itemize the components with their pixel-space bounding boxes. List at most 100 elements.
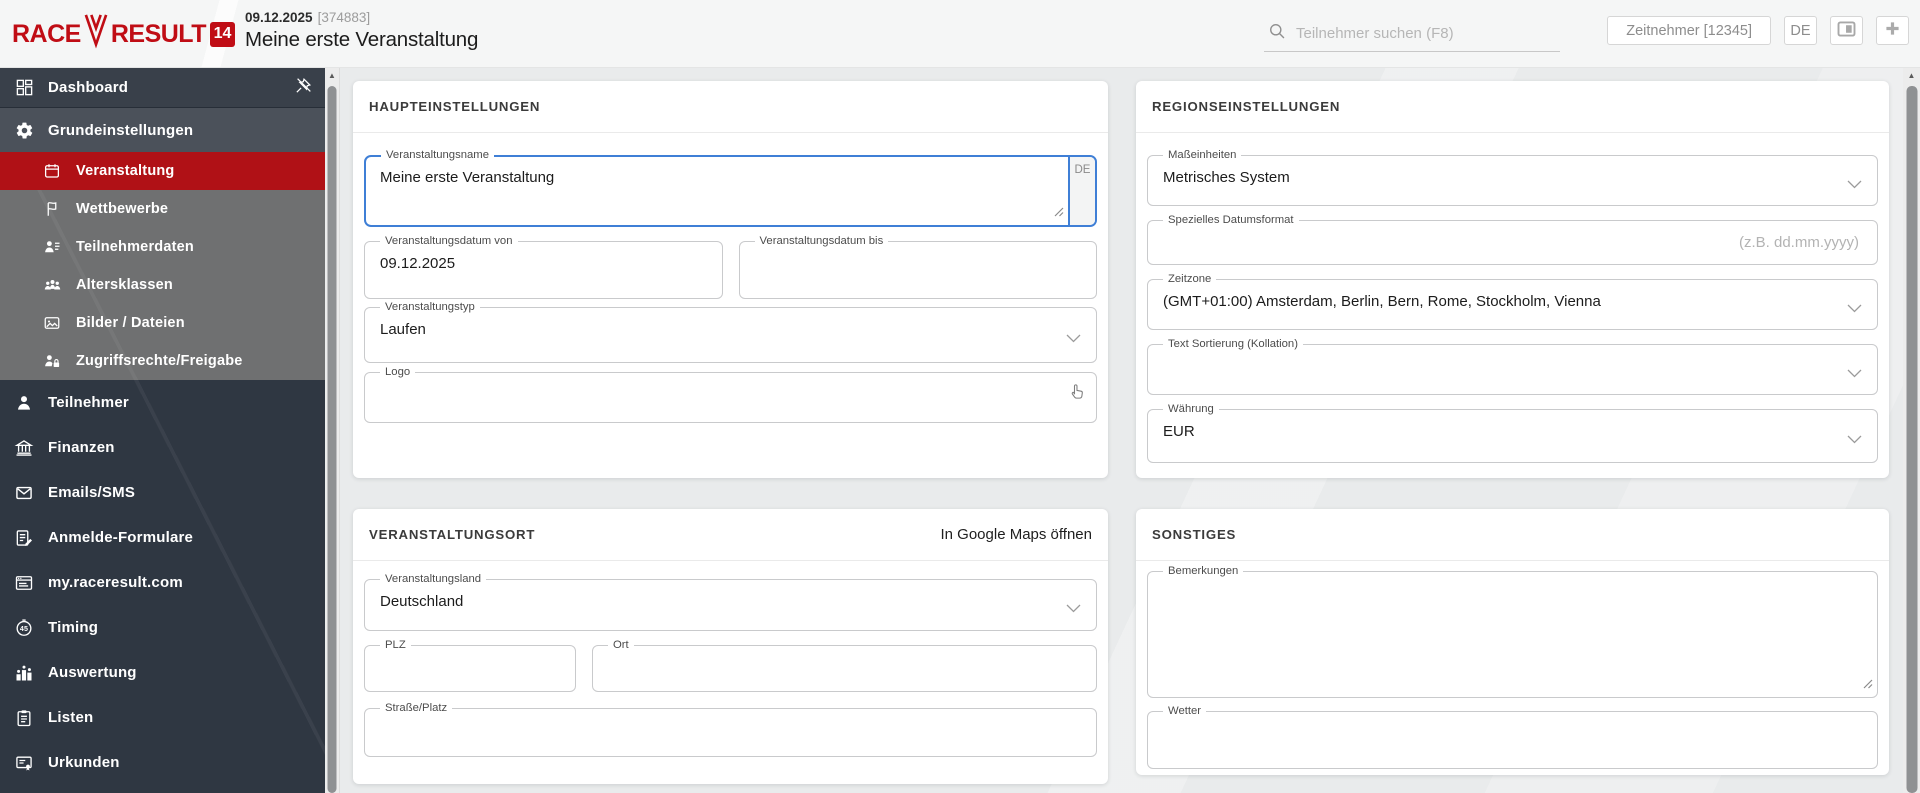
hand-pointer-icon[interactable] xyxy=(1068,382,1084,407)
chevron-down-icon xyxy=(1847,176,1862,194)
waehrung-select[interactable]: Währung EUR xyxy=(1147,402,1878,463)
sidebar-item-grundeinstellungen[interactable]: Grundeinstellungen xyxy=(0,108,325,152)
sidebar-item-zugriffsrechte[interactable]: Zugriffsrechte/Freigabe xyxy=(0,342,325,380)
field-value xyxy=(593,646,1096,659)
language-button[interactable]: DE xyxy=(1784,16,1817,45)
sidebar-item-listen[interactable]: Listen xyxy=(0,695,325,740)
card-regionseinstellungen: REGIONSEINSTELLUNGEN Maßeinheiten Metris… xyxy=(1136,81,1889,478)
sidebar-item-label: Auswertung xyxy=(48,664,137,681)
veranstaltungsdatum-bis-field[interactable]: Veranstaltungsdatum bis xyxy=(738,234,1097,299)
veranstaltungsname-field[interactable]: Veranstaltungsname Meine erste Veranstal… xyxy=(364,148,1097,227)
resize-handle-icon[interactable] xyxy=(1054,204,1064,222)
scrollbar-thumb[interactable] xyxy=(327,86,337,793)
calendar-icon xyxy=(41,160,63,182)
card-title: SONSTIGES xyxy=(1152,527,1237,542)
field-label: Straße/Platz xyxy=(380,701,453,716)
field-value: Meine erste Veranstaltung xyxy=(380,169,555,186)
header-actions: Zeitnehmer [12345] DE xyxy=(1607,16,1909,45)
timekeeper-button[interactable]: Zeitnehmer [12345] xyxy=(1607,16,1771,45)
sidebar-item-timing[interactable]: 45 Timing xyxy=(0,605,325,650)
field-label: Spezielles Datumsformat xyxy=(1163,213,1299,228)
sidebar-item-veranstaltung[interactable]: Veranstaltung xyxy=(0,152,325,190)
field-value: Metrisches System xyxy=(1163,169,1290,186)
person-lock-icon xyxy=(41,350,63,372)
sidebar-item-finanzen[interactable]: Finanzen xyxy=(0,425,325,470)
grundeinstellungen-submenu: Veranstaltung Wettbewerbe Teilnehmerdate… xyxy=(0,152,325,380)
sidebar-item-label: Urkunden xyxy=(48,754,120,771)
kollation-select[interactable]: Text Sortierung (Kollation) xyxy=(1147,337,1878,395)
field-value xyxy=(365,709,1096,722)
language-tag[interactable]: DE xyxy=(1068,157,1095,225)
field-value: (GMT+01:00) Amsterdam, Berlin, Bern, Rom… xyxy=(1163,293,1601,310)
sidebar-item-dashboard[interactable]: Dashboard xyxy=(0,68,325,108)
participant-search-input[interactable]: Teilnehmer suchen (F8) xyxy=(1264,20,1560,52)
sidebar-item-label: Bilder / Dateien xyxy=(76,315,185,331)
scroll-up-arrow[interactable]: ▲ xyxy=(1903,71,1920,80)
field-label: Veranstaltungsland xyxy=(380,572,487,587)
content-scrollbar-right: ▲ xyxy=(1903,68,1920,793)
add-event-button[interactable] xyxy=(1876,16,1909,45)
field-label: PLZ xyxy=(380,638,411,653)
card-title: VERANSTALTUNGSORT xyxy=(369,527,536,542)
certificate-icon xyxy=(13,752,35,774)
sidebar-item-urkunden[interactable]: Urkunden xyxy=(0,740,325,785)
sidebar-item-wettbewerbe[interactable]: Wettbewerbe xyxy=(0,190,325,228)
field-label: Bemerkungen xyxy=(1163,564,1244,579)
logo-field[interactable]: Logo xyxy=(364,365,1097,423)
panel-toggle-button[interactable] xyxy=(1830,16,1863,45)
gear-icon xyxy=(13,119,35,141)
ribbon-icon xyxy=(82,11,110,58)
sidebar-item-label: Teilnehmer xyxy=(48,394,129,411)
sidebar-item-teilnehmerdaten[interactable]: Teilnehmerdaten xyxy=(0,228,325,266)
image-icon xyxy=(41,312,63,334)
sidebar-item-auswertung[interactable]: Auswertung xyxy=(0,650,325,695)
sidebar-item-label: Veranstaltung xyxy=(76,163,175,179)
field-label: Zeitzone xyxy=(1163,272,1217,287)
ort-field[interactable]: Ort xyxy=(592,638,1097,692)
resize-handle-icon[interactable] xyxy=(1863,676,1873,694)
sidebar-item-anmelde-formulare[interactable]: Anmelde-Formulare xyxy=(0,515,325,560)
chevron-down-icon xyxy=(1847,431,1862,449)
sidebar-item-bilder-dateien[interactable]: Bilder / Dateien xyxy=(0,304,325,342)
zeitzone-select[interactable]: Zeitzone (GMT+01:00) Amsterdam, Berlin, … xyxy=(1147,272,1878,330)
scrollbar-thumb[interactable] xyxy=(1906,86,1917,793)
sidebar-item-label: Teilnehmerdaten xyxy=(76,239,194,255)
sidebar-item-label: Dashboard xyxy=(48,79,129,96)
clipboard-icon xyxy=(13,707,35,729)
bemerkungen-textarea[interactable]: Bemerkungen xyxy=(1147,564,1878,698)
field-label: Wetter xyxy=(1163,704,1207,719)
datumsformat-field[interactable]: Spezielles Datumsformat (z.B. dd.mm.yyyy… xyxy=(1147,213,1878,265)
envelope-icon xyxy=(13,482,35,504)
content-scrollbar-left: ▲ xyxy=(325,68,340,793)
wetter-field[interactable]: Wetter xyxy=(1147,704,1878,769)
masseinheiten-select[interactable]: Maßeinheiten Metrisches System xyxy=(1147,148,1878,206)
veranstaltungstyp-select[interactable]: Veranstaltungstyp Laufen xyxy=(364,300,1097,363)
chevron-down-icon xyxy=(1066,330,1081,348)
sidebar-item-teilnehmer[interactable]: Teilnehmer xyxy=(0,380,325,425)
event-info: 09.12.2025 [374883] Meine erste Veranstal… xyxy=(245,10,478,52)
sidebar-item-my-raceresult[interactable]: my.raceresult.com xyxy=(0,560,325,605)
chevron-down-icon xyxy=(1066,600,1081,618)
strasse-platz-field[interactable]: Straße/Platz xyxy=(364,701,1097,757)
bank-icon xyxy=(13,437,35,459)
unpin-icon[interactable] xyxy=(293,76,313,100)
sidebar-item-altersklassen[interactable]: Altersklassen xyxy=(0,266,325,304)
sidebar-item-emails-sms[interactable]: Emails/SMS xyxy=(0,470,325,515)
plus-icon xyxy=(1885,21,1900,40)
field-label: Währung xyxy=(1163,402,1219,417)
veranstaltungsland-select[interactable]: Veranstaltungsland Deutschland xyxy=(364,572,1097,631)
scroll-up-arrow[interactable]: ▲ xyxy=(325,71,339,80)
logo-version-badge: 14 xyxy=(210,21,235,47)
sidebar-item-label: Zugriffsrechte/Freigabe xyxy=(76,353,243,369)
raceresult-logo[interactable]: RACE RESULT 14 xyxy=(12,12,235,56)
plz-field[interactable]: PLZ xyxy=(364,638,576,692)
sidebar-item-label: Wettbewerbe xyxy=(76,201,169,217)
person-list-icon xyxy=(41,236,63,258)
veranstaltungsdatum-von-field[interactable]: Veranstaltungsdatum von 09.12.2025 xyxy=(364,234,723,299)
field-value xyxy=(1148,572,1877,585)
field-label: Veranstaltungsdatum bis xyxy=(754,234,889,249)
google-maps-link[interactable]: In Google Maps öffnen xyxy=(941,526,1093,543)
card-title: HAUPTEINSTELLUNGEN xyxy=(369,99,541,114)
field-label: Ort xyxy=(608,638,634,653)
browser-icon xyxy=(13,572,35,594)
